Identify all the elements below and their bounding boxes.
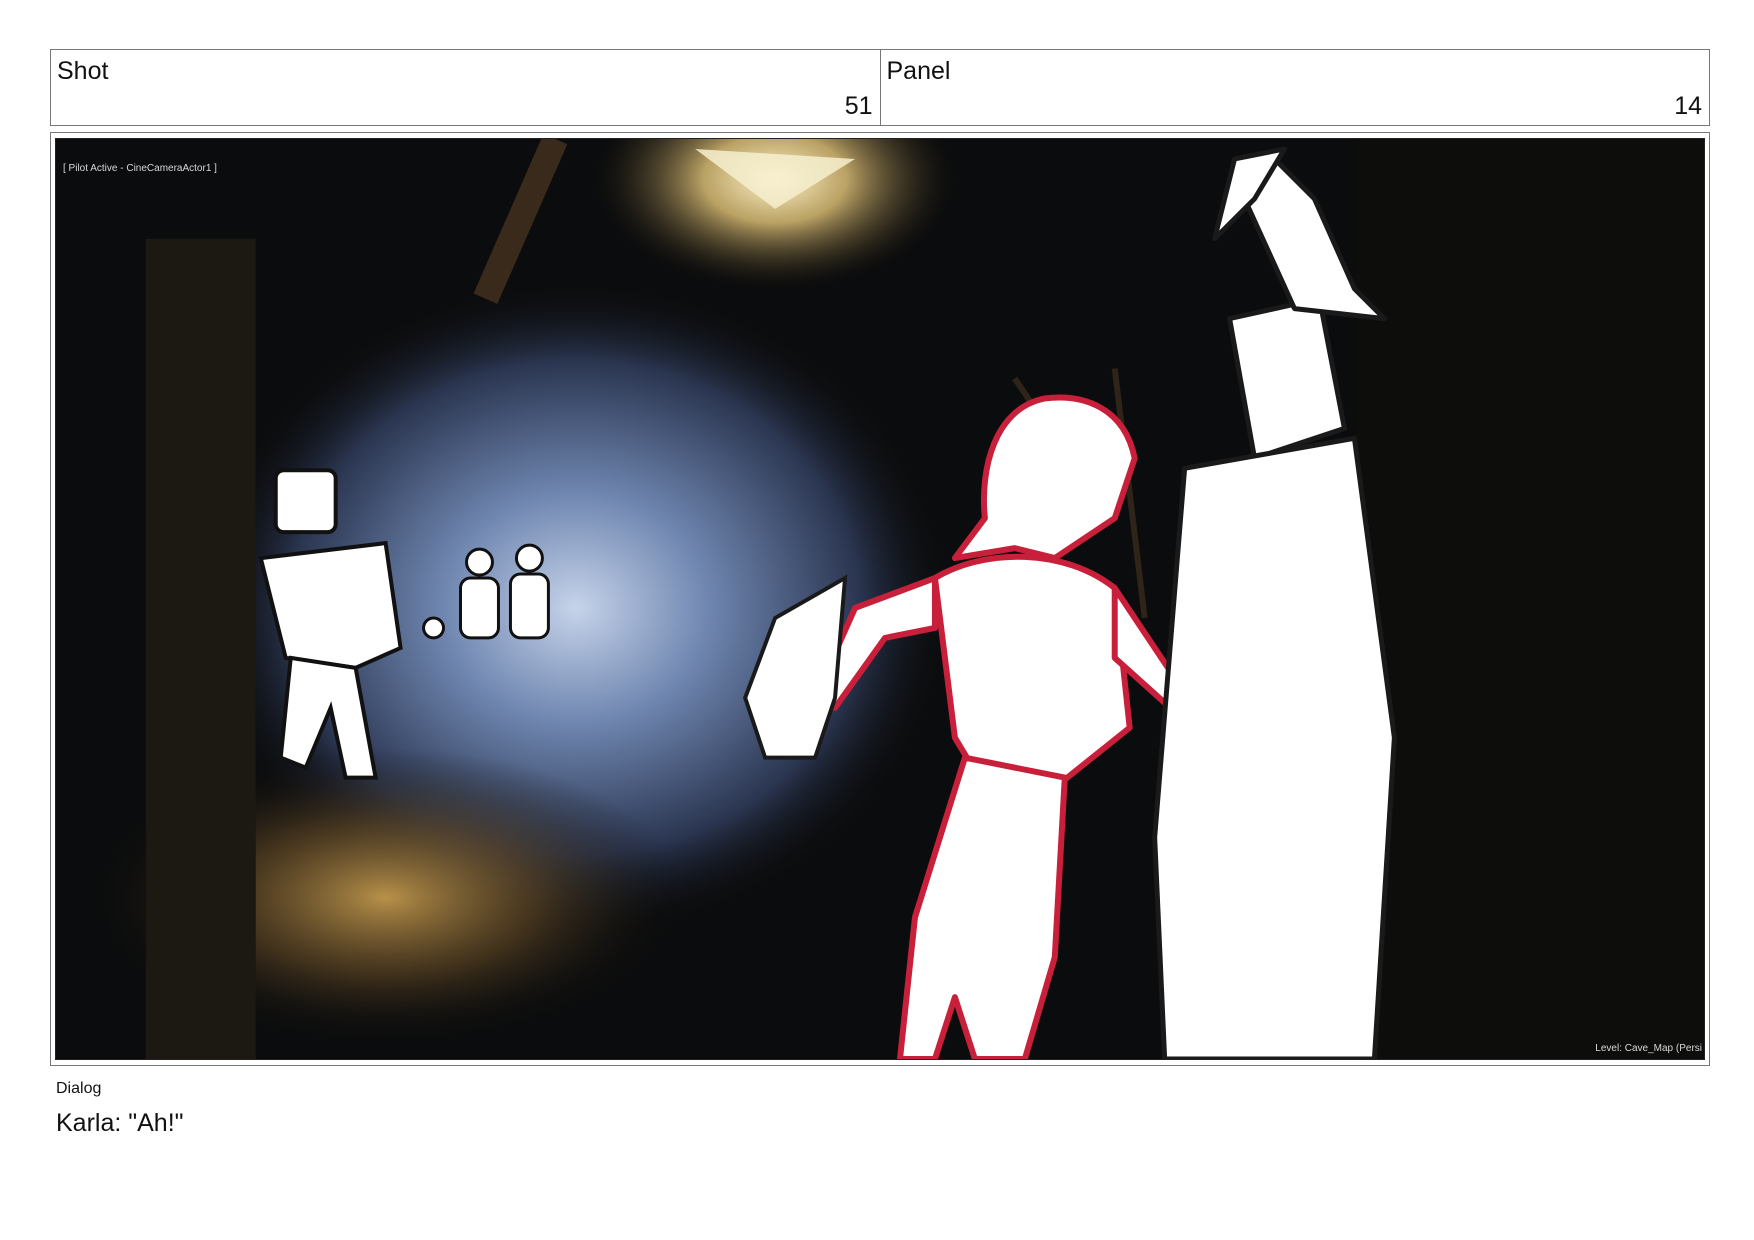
panel-number: 14 bbox=[1674, 92, 1702, 120]
storyboard-image: [ Pilot Active - CineCameraActor1 ] Leve… bbox=[55, 138, 1705, 1060]
dialog-label: Dialog bbox=[56, 1080, 102, 1097]
tree-trunk bbox=[145, 238, 256, 1059]
storyboard-frame: [ Pilot Active - CineCameraActor1 ] Leve… bbox=[50, 132, 1710, 1066]
dialog-text: Karla: "Ah!" bbox=[56, 1109, 184, 1137]
cave-scene-sketch bbox=[56, 139, 1704, 1059]
shot-cell: Shot 51 bbox=[51, 50, 880, 125]
shot-label: Shot bbox=[57, 57, 109, 85]
header-table: Shot 51 Panel 14 bbox=[50, 49, 1710, 126]
panel-label: Panel bbox=[886, 57, 951, 85]
pilot-overlay-text: [ Pilot Active - CineCameraActor1 ] bbox=[63, 163, 217, 174]
panel-cell: Panel 14 bbox=[879, 50, 1710, 125]
level-overlay-text: Level: Cave_Map (Persi bbox=[1595, 1043, 1702, 1054]
shot-number: 51 bbox=[844, 92, 873, 120]
